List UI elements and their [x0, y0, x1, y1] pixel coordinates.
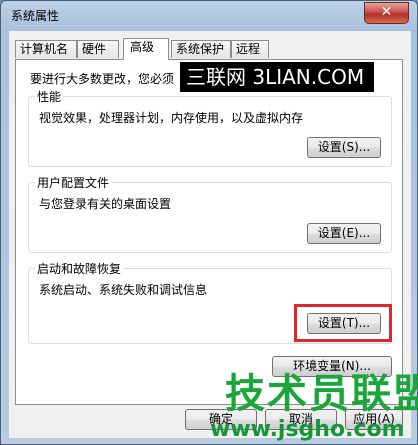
title-bar[interactable]: 系统属性 ✕	[1, 1, 417, 31]
close-button[interactable]: ✕	[364, 2, 409, 24]
startup-recovery-group-label: 启动和故障恢复	[35, 260, 124, 277]
performance-group: 性能 视觉效果，处理器计划，内存使用，以及虚拟内存 设置(S)...	[28, 88, 392, 167]
startup-recovery-description: 系统启动、系统失败和调试信息	[39, 283, 208, 297]
user-profiles-settings-button[interactable]: 设置(E)...	[307, 223, 381, 244]
performance-group-label: 性能	[35, 88, 64, 105]
user-profiles-description: 与您登录有关的桌面设置	[39, 197, 172, 211]
admin-notice-text: 要进行大多数更改，您必须	[30, 72, 175, 86]
user-profiles-group: 用户配置文件 与您登录有关的桌面设置 设置(E)...	[28, 174, 392, 253]
watermark-3lian: 三联网 3LIAN.COM	[180, 62, 374, 92]
performance-settings-button[interactable]: 设置(S)...	[307, 137, 381, 158]
window-title: 系统属性	[11, 9, 60, 23]
tab-computer-name[interactable]: 计算机名	[15, 40, 77, 58]
watermark-logo: 技术员联盟	[225, 371, 418, 417]
performance-description: 视觉效果，处理器计划，内存使用，以及虚拟内存	[39, 111, 304, 125]
watermark-url: www.jsgho.com	[210, 417, 405, 442]
tab-remote[interactable]: 远程	[231, 40, 269, 58]
tab-advanced[interactable]: 高级	[123, 38, 169, 60]
user-profiles-group-label: 用户配置文件	[35, 174, 112, 191]
tab-system-protection[interactable]: 系统保护	[171, 40, 231, 58]
highlight-box	[294, 304, 392, 342]
advanced-tab-panel: 要进行大多数更改，您必须 性能 视觉效果，处理器计划，内存使用，以及虚拟内存 设…	[15, 59, 403, 405]
tab-hardware[interactable]: 硬件	[77, 40, 119, 58]
